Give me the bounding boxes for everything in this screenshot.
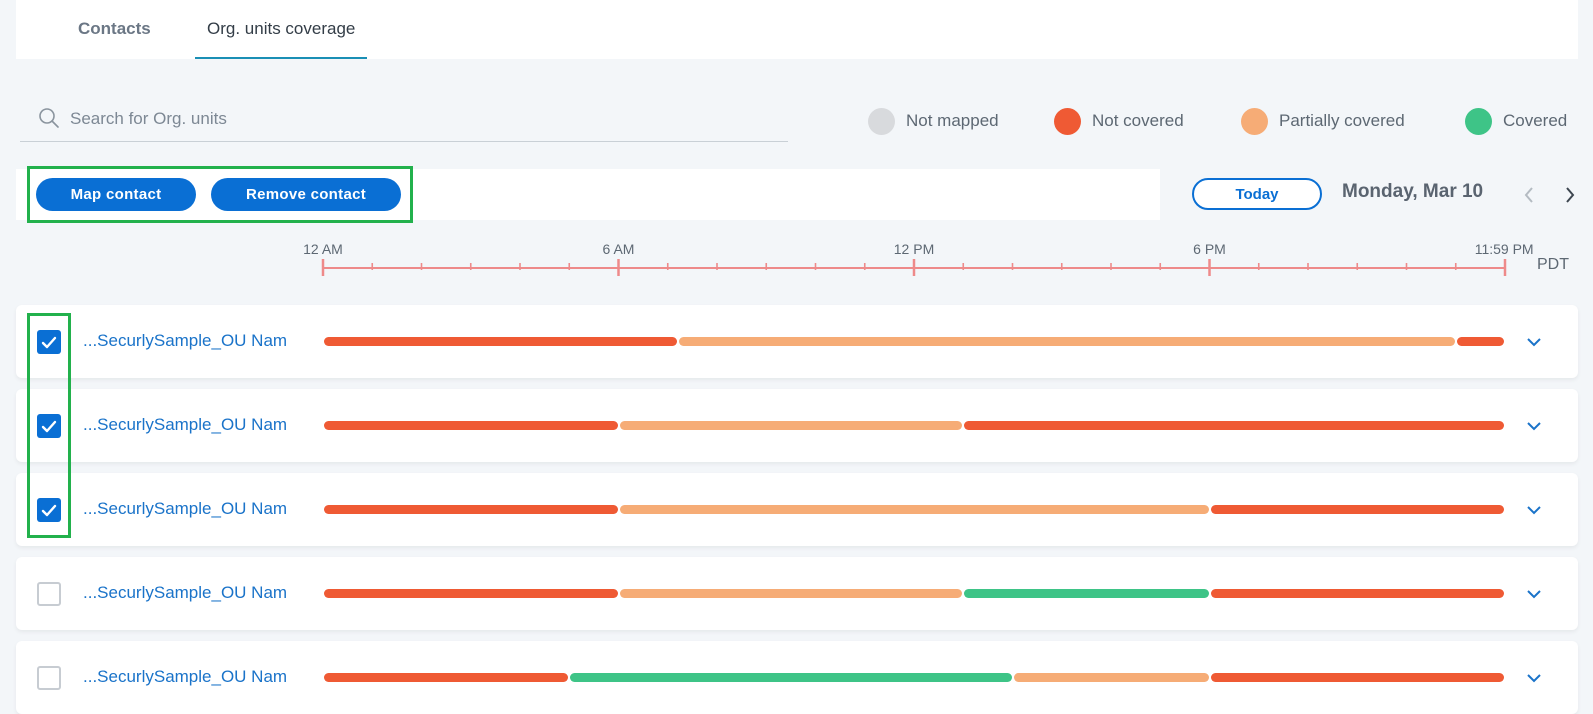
today-button[interactable]: Today <box>1192 178 1322 210</box>
remove-contact-button[interactable]: Remove contact <box>211 178 401 211</box>
coverage-segment-not-covered <box>324 421 618 430</box>
expand-row-button[interactable] <box>1521 665 1547 691</box>
axis-tick-label: 11:59 PM <box>1474 241 1534 257</box>
chevron-right-icon <box>1566 187 1575 203</box>
checkmark-icon <box>41 504 57 516</box>
legend-label: Not mapped <box>906 111 999 130</box>
axis-tick-label: 6 AM <box>602 241 635 257</box>
chevron-down-icon <box>1527 674 1541 683</box>
expand-row-button[interactable] <box>1521 497 1547 523</box>
coverage-timeline <box>322 421 1518 430</box>
tab-org-units-coverage[interactable]: Org. units coverage <box>195 0 368 59</box>
coverage-segment-partial <box>1013 673 1209 682</box>
org-unit-name-link[interactable]: ...SecurlySample_OU Nam <box>83 415 287 435</box>
coverage-segment-covered <box>964 589 1209 598</box>
coverage-segment-partial <box>619 421 963 430</box>
chevron-down-icon <box>1527 422 1541 431</box>
coverage-segment-covered <box>570 673 1012 682</box>
checkmark-icon <box>41 336 57 348</box>
coverage-segment-not-covered <box>324 505 618 514</box>
not-covered-dot-icon <box>1054 107 1081 135</box>
org-unit-row[interactable]: ...SecurlySample_OU Nam <box>16 305 1578 378</box>
current-date: Monday, Mar 10 <box>1342 181 1484 202</box>
axis-tick-label: 6 PM <box>1193 241 1226 257</box>
coverage-segment-not-covered <box>324 673 569 682</box>
coverage-segment-partial <box>619 589 963 598</box>
map-contact-button[interactable]: Map contact <box>36 178 196 211</box>
timezone-label: PDT <box>1537 256 1569 273</box>
coverage-segment-not-covered <box>324 589 618 598</box>
coverage-segment-partial <box>678 337 1455 346</box>
coverage-timeline <box>322 337 1518 346</box>
coverage-timeline <box>322 505 1518 514</box>
partially-covered-dot-icon <box>1241 107 1268 135</box>
org-unit-row[interactable]: ...SecurlySample_OU Nam <box>16 641 1578 714</box>
coverage-segment-not-covered <box>324 337 677 346</box>
covered-dot-icon <box>1465 107 1492 135</box>
org-unit-name-link[interactable]: ...SecurlySample_OU Nam <box>83 499 287 519</box>
tab-contacts[interactable]: Contacts <box>66 0 163 59</box>
row-checkbox[interactable] <box>37 498 61 522</box>
action-toolbar: Map contact Remove contact <box>16 169 1160 220</box>
legend-item-covered: Covered <box>1465 107 1567 135</box>
coverage-segment-not-covered <box>1210 505 1504 514</box>
coverage-timeline <box>322 589 1518 598</box>
org-unit-name-link[interactable]: ...SecurlySample_OU Nam <box>83 667 287 687</box>
expand-row-button[interactable] <box>1521 581 1547 607</box>
time-axis: PDT 12 AM 6 AM 12 PM 6 PM 11:59 PM <box>0 232 1593 292</box>
chevron-down-icon <box>1527 338 1541 347</box>
search-input[interactable] <box>68 103 772 135</box>
time-axis-ruler <box>321 259 1507 276</box>
coverage-segment-not-covered <box>964 421 1504 430</box>
axis-tick-label: 12 AM <box>303 241 343 257</box>
legend-item-partially-covered: Partially covered <box>1241 107 1405 135</box>
coverage-timeline <box>322 673 1518 682</box>
expand-row-button[interactable] <box>1521 329 1547 355</box>
coverage-segment-partial <box>619 505 1209 514</box>
coverage-segment-not-covered <box>1210 589 1504 598</box>
next-day-button[interactable] <box>1559 182 1581 208</box>
prev-day-button[interactable] <box>1518 182 1540 208</box>
org-unit-row[interactable]: ...SecurlySample_OU Nam <box>16 557 1578 630</box>
tab-bar: Contacts Org. units coverage <box>16 0 1578 59</box>
coverage-segment-not-covered <box>1210 673 1504 682</box>
row-checkbox[interactable] <box>37 414 61 438</box>
checkmark-icon <box>41 420 57 432</box>
axis-tick-label: 12 PM <box>893 241 935 257</box>
legend-label: Covered <box>1503 111 1568 130</box>
search-icon <box>39 108 59 128</box>
chevron-down-icon <box>1527 590 1541 599</box>
row-checkbox[interactable] <box>37 330 61 354</box>
row-checkbox[interactable] <box>37 582 61 606</box>
legend-label: Not covered <box>1092 111 1184 130</box>
legend-item-not-mapped: Not mapped <box>868 107 999 135</box>
chevron-down-icon <box>1527 506 1541 515</box>
expand-row-button[interactable] <box>1521 413 1547 439</box>
chevron-left-icon <box>1524 187 1533 203</box>
not-mapped-dot-icon <box>868 107 895 135</box>
coverage-segment-not-covered <box>1456 337 1504 346</box>
org-unit-name-link[interactable]: ...SecurlySample_OU Nam <box>83 583 287 603</box>
legend-label: Partially covered <box>1279 111 1405 130</box>
row-checkbox[interactable] <box>37 666 61 690</box>
org-unit-row[interactable]: ...SecurlySample_OU Nam <box>16 473 1578 546</box>
legend-item-not-covered: Not covered <box>1054 107 1184 135</box>
org-unit-row[interactable]: ...SecurlySample_OU Nam <box>16 389 1578 462</box>
org-unit-name-link[interactable]: ...SecurlySample_OU Nam <box>83 331 287 351</box>
search-bar <box>20 95 788 142</box>
